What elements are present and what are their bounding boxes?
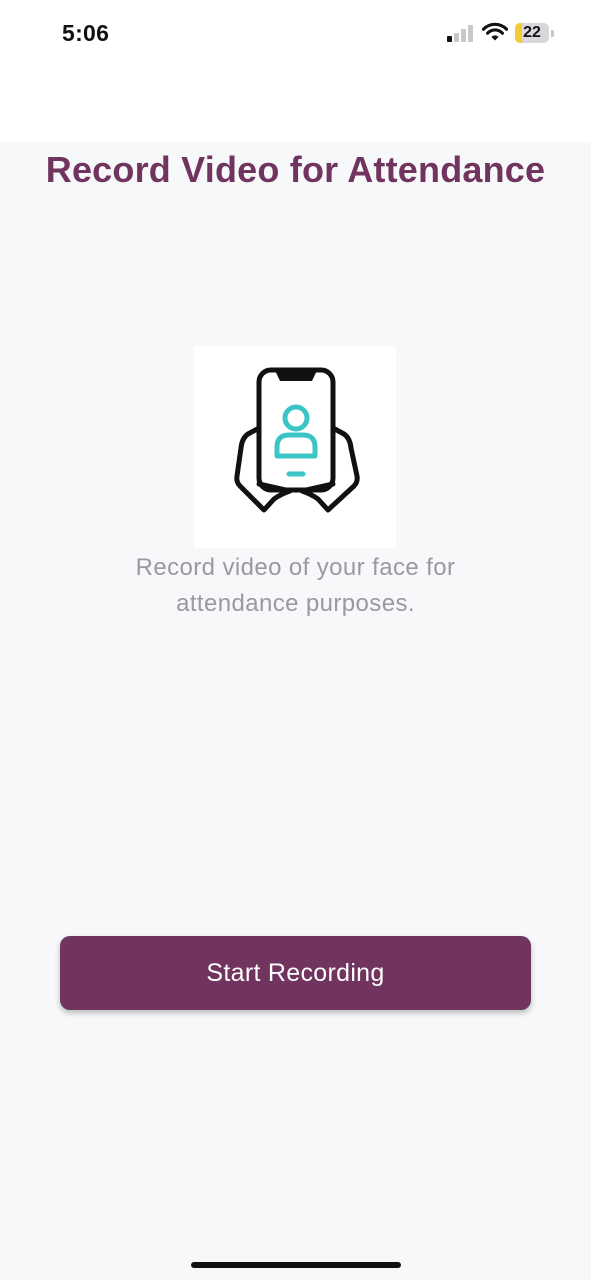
home-indicator[interactable]	[191, 1262, 401, 1268]
description-text: Record video of your face for attendance…	[135, 554, 456, 617]
wifi-icon	[481, 22, 509, 42]
battery-tip	[551, 30, 554, 37]
signal-icon	[447, 24, 475, 42]
page-title: Record Video for Attendance	[45, 149, 546, 190]
status-time: 5:06	[62, 20, 110, 46]
status-bar: 5:06 22	[0, 0, 591, 142]
battery-level: 22	[523, 24, 541, 41]
phone-face-recording-icon	[194, 346, 396, 548]
start-recording-label: Start Recording	[206, 958, 385, 987]
battery-body: 22	[515, 23, 549, 43]
start-recording-button[interactable]: Start Recording	[60, 936, 531, 1010]
battery-icon: 22	[515, 23, 554, 43]
